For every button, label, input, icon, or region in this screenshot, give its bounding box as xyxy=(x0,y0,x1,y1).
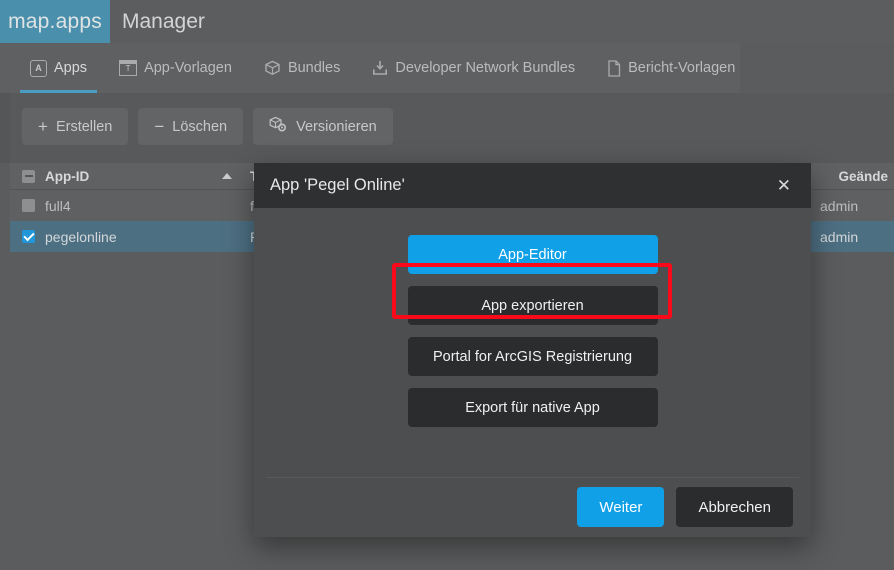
template-icon: T xyxy=(119,60,138,76)
apps-icon: A xyxy=(30,59,47,77)
version-button-label: Versionieren xyxy=(296,118,377,135)
dialog-header: App 'Pegel Online' ✕ xyxy=(254,163,811,208)
table-cell-app-id: pegelonline xyxy=(10,229,242,245)
page-title: Manager xyxy=(122,9,205,33)
dialog-footer: Weiter Abbrechen xyxy=(254,477,811,537)
app-export-button[interactable]: App exportieren xyxy=(407,286,658,325)
tab-app-vorlagen[interactable]: T App-Vorlagen xyxy=(103,43,248,93)
app-editor-button[interactable]: App-Editor xyxy=(407,235,658,274)
row-select-checkbox[interactable] xyxy=(22,199,35,212)
table-cell-app-id-label: pegelonline xyxy=(45,228,117,245)
tab-bundles-label: Bundles xyxy=(287,60,341,76)
left-rail xyxy=(0,93,10,163)
cube-gear-icon xyxy=(269,116,288,137)
top-bar: map.apps Manager xyxy=(0,0,894,43)
sort-ascending-icon xyxy=(222,173,232,179)
dialog-action-list: App-Editor App exportieren Portal for Ar… xyxy=(254,235,811,427)
tab-developer-network-bundles[interactable]: Developer Network Bundles xyxy=(356,43,591,93)
document-icon xyxy=(607,59,621,77)
table-cell-app-id: full4 xyxy=(10,198,242,214)
export-native-app-button[interactable]: Export für native App xyxy=(407,388,658,427)
tab-apps-label: Apps xyxy=(54,60,88,76)
tab-bericht-vorlagen-label: Bericht-Vorlagen xyxy=(628,60,736,76)
tab-developer-network-bundles-label: Developer Network Bundles xyxy=(395,60,576,76)
tab-bericht-vorlagen[interactable]: Bericht-Vorlagen xyxy=(591,43,751,93)
download-tray-icon xyxy=(372,60,388,76)
table-header-modified-by[interactable]: Geände xyxy=(812,169,894,184)
dialog-title: App 'Pegel Online' xyxy=(270,176,405,194)
delete-button[interactable]: − Löschen xyxy=(138,108,244,145)
brand-label: map.apps xyxy=(8,9,102,33)
table-cell-app-id-label: full4 xyxy=(45,197,71,214)
tab-apps[interactable]: A Apps xyxy=(14,43,103,93)
create-button[interactable]: + Erstellen xyxy=(22,108,129,145)
version-button[interactable]: Versionieren xyxy=(253,108,393,145)
tab-app-vorlagen-label: App-Vorlagen xyxy=(144,60,232,76)
cancel-button[interactable]: Abbrechen xyxy=(676,487,793,527)
portal-arcgis-registration-button[interactable]: Portal for ArcGIS Registrierung xyxy=(407,337,658,376)
minus-icon: − xyxy=(154,117,165,136)
continue-button[interactable]: Weiter xyxy=(577,487,665,527)
table-cell-modified-by: admin xyxy=(820,228,859,245)
close-icon[interactable]: ✕ xyxy=(771,173,797,198)
delete-button-label: Löschen xyxy=(172,118,228,135)
brand-logo[interactable]: map.apps xyxy=(0,0,110,43)
table-header-app-id[interactable]: App-ID xyxy=(10,169,242,184)
row-select-checkbox[interactable] xyxy=(22,230,35,243)
dialog-body: App-Editor App exportieren Portal for Ar… xyxy=(254,208,811,477)
tab-bundles[interactable]: Bundles xyxy=(248,43,356,93)
app-root: map.apps Manager A Apps T App-Vorlagen B… xyxy=(0,0,894,570)
action-toolbar: + Erstellen − Löschen Versionieren xyxy=(0,93,894,163)
table-header-app-id-label: App-ID xyxy=(45,168,90,184)
create-button-label: Erstellen xyxy=(55,118,113,135)
app-actions-dialog: App 'Pegel Online' ✕ App-Editor App expo… xyxy=(254,163,811,537)
main-tab-bar: A Apps T App-Vorlagen Bundles Developer … xyxy=(0,43,740,93)
table-cell-modified-by: admin xyxy=(820,197,859,214)
plus-icon: + xyxy=(38,117,48,136)
cube-icon xyxy=(264,60,281,76)
select-all-checkbox[interactable] xyxy=(22,169,35,183)
